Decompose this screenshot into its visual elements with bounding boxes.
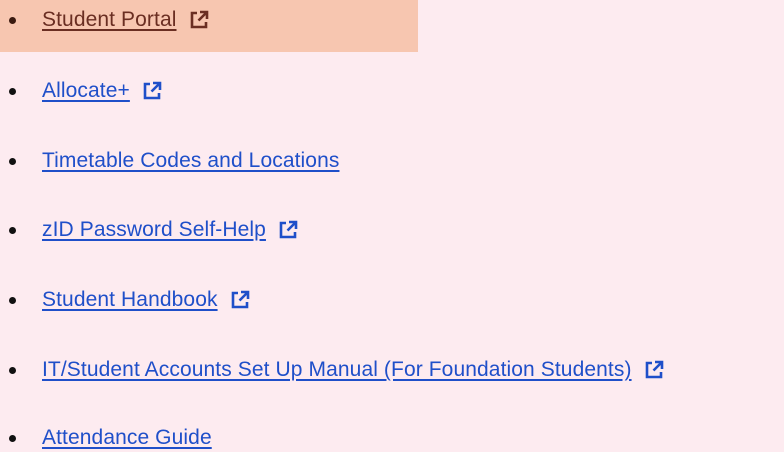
list-item-it-accounts-manual: IT/Student Accounts Set Up Manual (For F… <box>0 338 664 402</box>
external-link-icon[interactable] <box>189 10 209 30</box>
list-item-allocate: Allocate+ <box>0 59 162 123</box>
timetable-codes-link[interactable]: Timetable Codes and Locations <box>42 149 339 173</box>
it-accounts-manual-link[interactable]: IT/Student Accounts Set Up Manual (For F… <box>42 358 632 382</box>
bullet-icon <box>9 157 16 165</box>
allocate-link[interactable]: Allocate+ <box>42 79 130 103</box>
list-item-timetable-codes: Timetable Codes and Locations <box>0 129 339 193</box>
list-item-zid-password: zID Password Self-Help <box>0 198 298 262</box>
external-link-icon[interactable] <box>644 360 664 380</box>
bullet-icon <box>9 87 16 95</box>
student-portal-link[interactable]: Student Portal <box>42 8 177 32</box>
external-link-icon[interactable] <box>230 290 250 310</box>
external-link-icon[interactable] <box>142 81 162 101</box>
list-item-student-handbook: Student Handbook <box>0 268 250 332</box>
bullet-icon <box>9 226 16 234</box>
bullet-icon <box>9 296 16 304</box>
external-link-icon[interactable] <box>278 220 298 240</box>
attendance-guide-link[interactable]: Attendance Guide <box>42 426 212 450</box>
list-item-attendance-guide: Attendance Guide <box>0 406 212 452</box>
student-handbook-link[interactable]: Student Handbook <box>42 288 218 312</box>
zid-password-link[interactable]: zID Password Self-Help <box>42 218 266 242</box>
bullet-icon <box>9 434 16 442</box>
list-item-student-portal: Student Portal <box>0 0 418 52</box>
bullet-icon <box>9 16 16 24</box>
bullet-icon <box>9 366 16 374</box>
